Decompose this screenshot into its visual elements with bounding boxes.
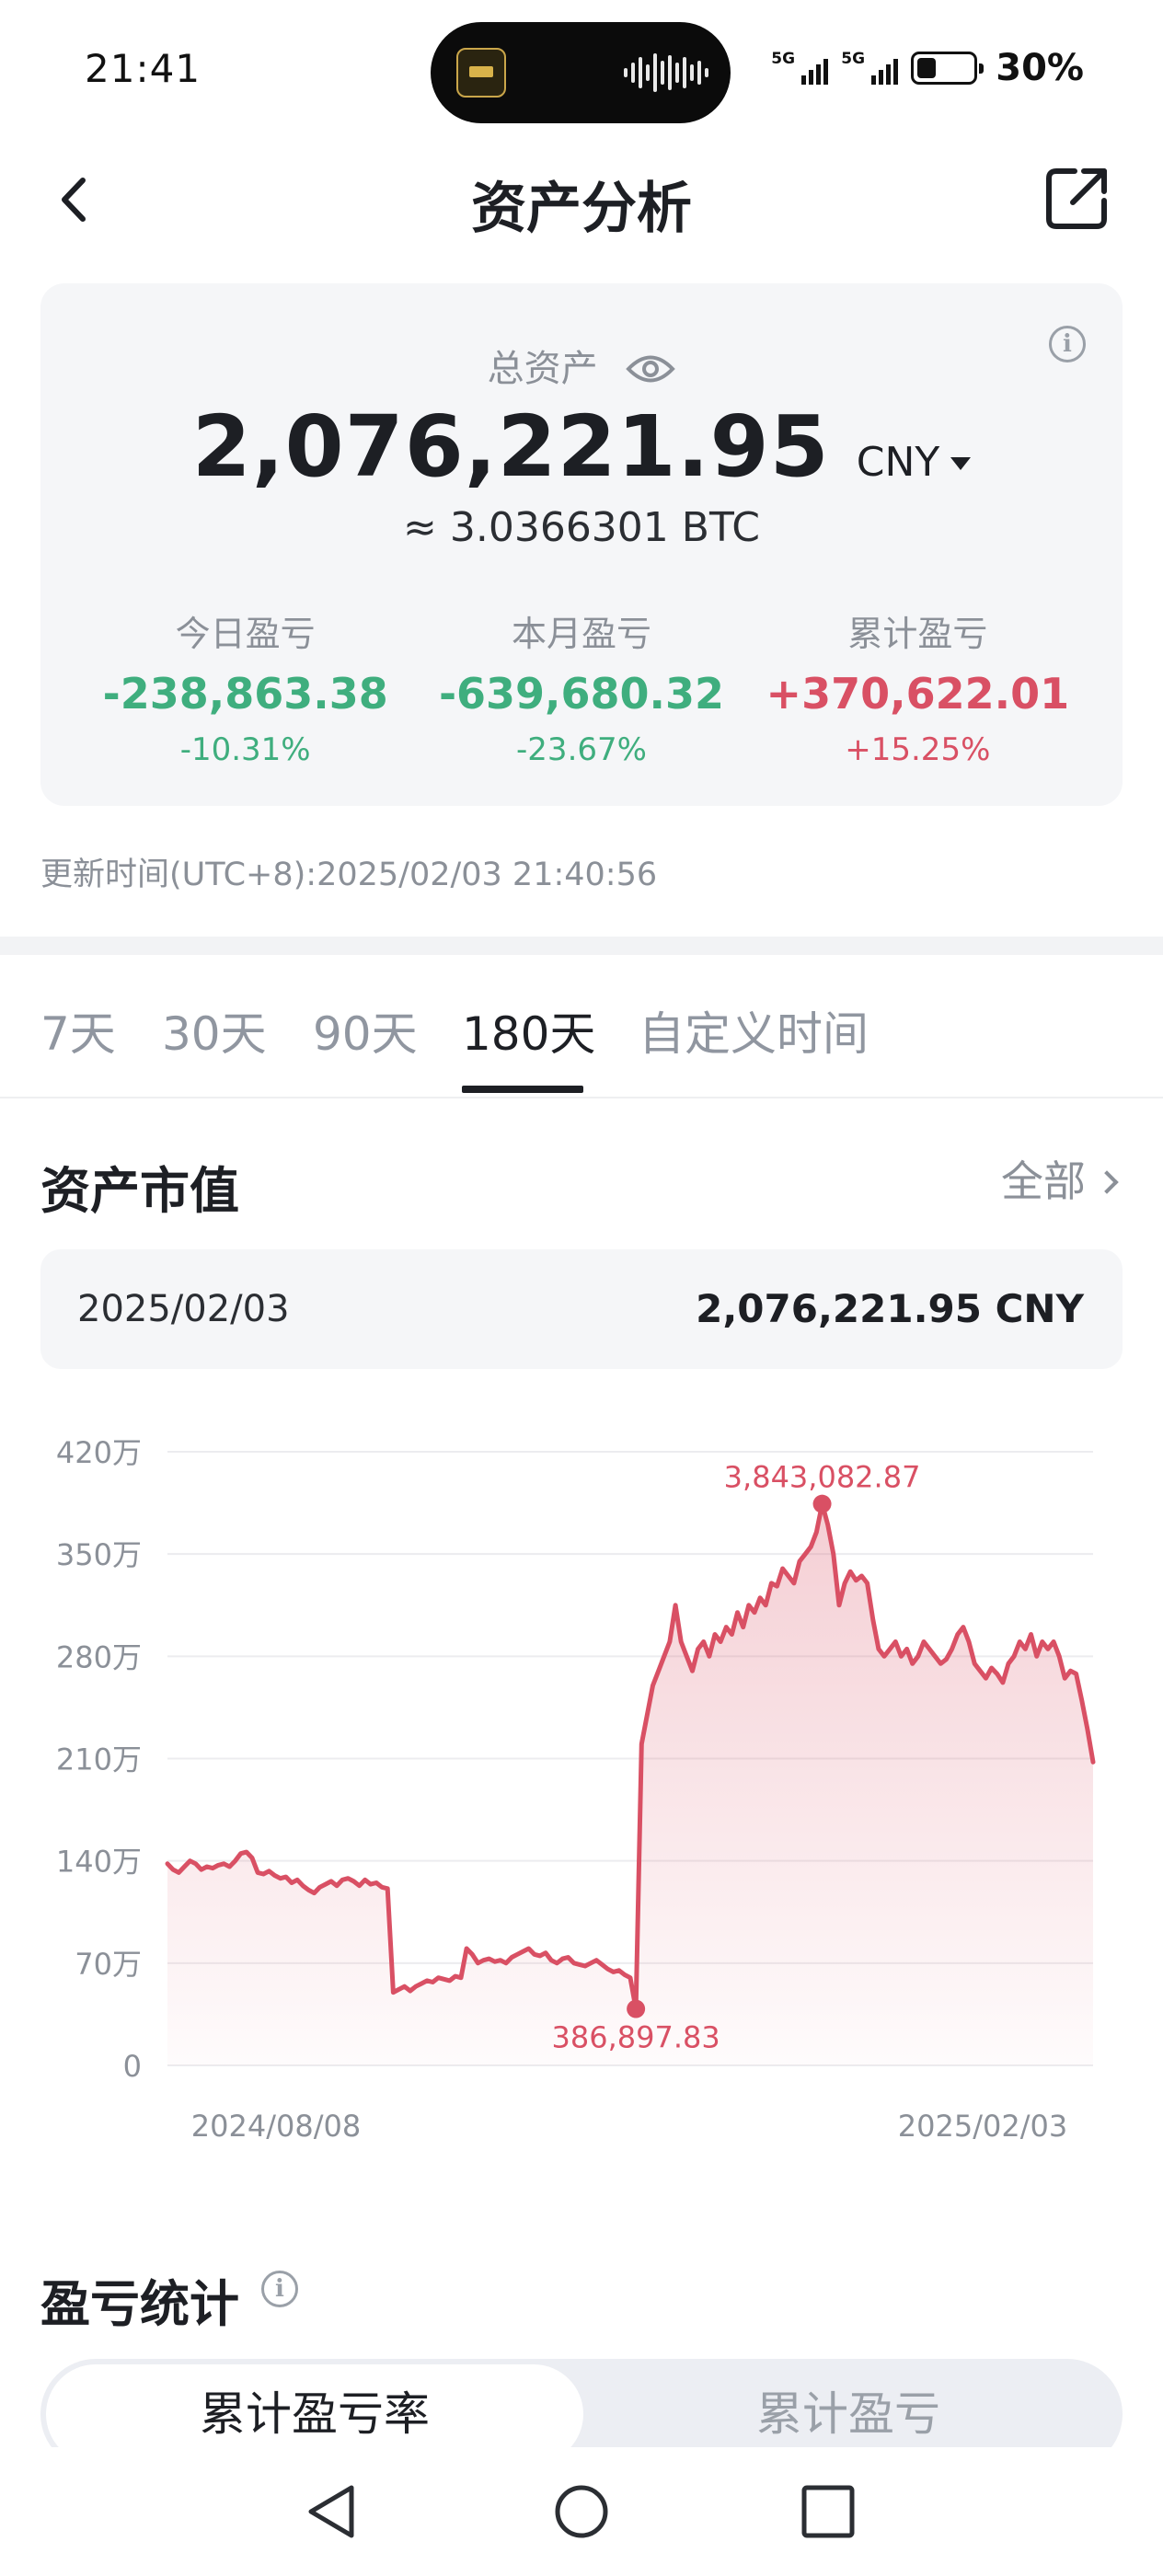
pnl-cumulative: 累计盈亏 +370,622.01 +15.25% [750, 605, 1086, 768]
tab-7d[interactable]: 7天 [40, 997, 116, 1064]
view-all-label: 全部 [1001, 1156, 1086, 1206]
dynamic-island[interactable] [431, 22, 731, 123]
asset-summary-card: i 总资产 2,076,221.95 CNY ≈ 3.0366301 BTC 今… [40, 283, 1123, 806]
y-tick-label: 420万 [56, 1435, 142, 1470]
status-bar: 21:41 5G 5G 30% [0, 0, 1163, 129]
y-tick-label: 210万 [56, 1742, 142, 1777]
page-title: 资产分析 [471, 177, 692, 241]
x-tick-label: 2025/02/03 [898, 2109, 1067, 2144]
view-all-link[interactable]: 全部 [1001, 1148, 1119, 1209]
info-icon[interactable]: i [261, 2271, 298, 2307]
min-value-label: 386,897.83 [552, 2020, 720, 2055]
eye-icon[interactable] [626, 351, 676, 386]
pnl-percent: -10.31% [179, 731, 311, 768]
currency-selector[interactable]: CNY [857, 439, 972, 486]
audio-wave-icon [624, 53, 708, 92]
currency-label: CNY [856, 439, 940, 486]
home-circle-icon[interactable] [545, 2475, 618, 2548]
recents-square-icon[interactable] [791, 2475, 865, 2548]
y-tick-label: 0 [123, 2049, 142, 2084]
pnl-value: -238,863.38 [102, 669, 388, 719]
signal-5g-icon: 5G [771, 50, 829, 86]
system-nav-bar [0, 2447, 1163, 2576]
pnl-stats-title: 盈亏统计 [40, 2275, 239, 2333]
selected-value: 2,076,221.95 CNY [696, 1286, 1084, 1331]
tab-180d[interactable]: 180天 [462, 997, 595, 1064]
pnl-month: 本月盈亏 -639,680.32 -23.67% [413, 605, 749, 768]
pnl-percent: +15.25% [845, 731, 991, 768]
market-value-title: 资产市值 [40, 1162, 239, 1220]
pnl-percent: -23.67% [516, 731, 647, 768]
total-assets-label-row: 总资产 [40, 339, 1123, 392]
section-divider [0, 937, 1163, 955]
nav-bar: 资产分析 [0, 147, 1163, 248]
selected-value-box: 2025/02/03 2,076,221.95 CNY [40, 1249, 1123, 1369]
update-time: 更新时间(UTC+8):2025/02/03 21:40:56 [40, 857, 658, 893]
total-assets-label: 总资产 [487, 348, 598, 390]
back-triangle-icon[interactable] [296, 2475, 370, 2548]
pnl-value: -639,680.32 [438, 669, 725, 719]
media-thumbnail [456, 48, 506, 98]
asset-value-chart[interactable]: 420万 350万 280万 210万 140万 70万 0 2024/08/08 2025/0… [0, 1417, 1163, 2153]
min-point-marker [627, 1999, 646, 2018]
selected-date: 2025/02/03 [77, 1288, 290, 1330]
y-tick-label: 280万 [56, 1639, 142, 1674]
x-tick-label: 2024/08/08 [191, 2109, 361, 2144]
pnl-today: 今日盈亏 -238,863.38 -10.31% [77, 605, 413, 768]
pnl-label: 今日盈亏 [175, 614, 316, 654]
pnl-value: +370,622.01 [766, 669, 1070, 719]
max-value-label: 3,843,082.87 [724, 1460, 921, 1495]
btc-equivalent: ≈ 3.0366301 BTC [403, 504, 760, 551]
total-assets-value: 2,076,221.95 [191, 397, 830, 496]
y-tick-label: 70万 [75, 1947, 142, 1982]
tab-90d[interactable]: 90天 [313, 997, 418, 1064]
pnl-label: 本月盈亏 [511, 614, 651, 654]
tab-custom-time[interactable]: 自定义时间 [639, 997, 869, 1064]
max-point-marker [812, 1494, 832, 1513]
pnl-summary: 今日盈亏 -238,863.38 -10.31% 本月盈亏 -639,680.3… [77, 605, 1086, 768]
status-indicators: 5G 5G 30% [771, 47, 1084, 89]
status-time: 21:41 [85, 46, 202, 91]
time-range-tabs: 7天 30天 90天 180天 自定义时间 [0, 955, 1163, 1098]
tab-30d[interactable]: 30天 [162, 997, 267, 1064]
active-tab-indicator [462, 1086, 583, 1093]
y-tick-label: 140万 [56, 1845, 142, 1880]
signal-5g-icon: 5G [841, 50, 899, 86]
total-assets-value-row: 2,076,221.95 CNY [40, 397, 1123, 496]
battery-percent: 30% [996, 47, 1084, 89]
y-tick-label: 350万 [56, 1537, 142, 1572]
battery-icon [911, 52, 985, 85]
share-icon[interactable] [1043, 164, 1111, 232]
caret-down-icon [950, 457, 972, 470]
pnl-label: 累计盈亏 [847, 614, 988, 654]
chevron-right-icon [1095, 1170, 1119, 1194]
